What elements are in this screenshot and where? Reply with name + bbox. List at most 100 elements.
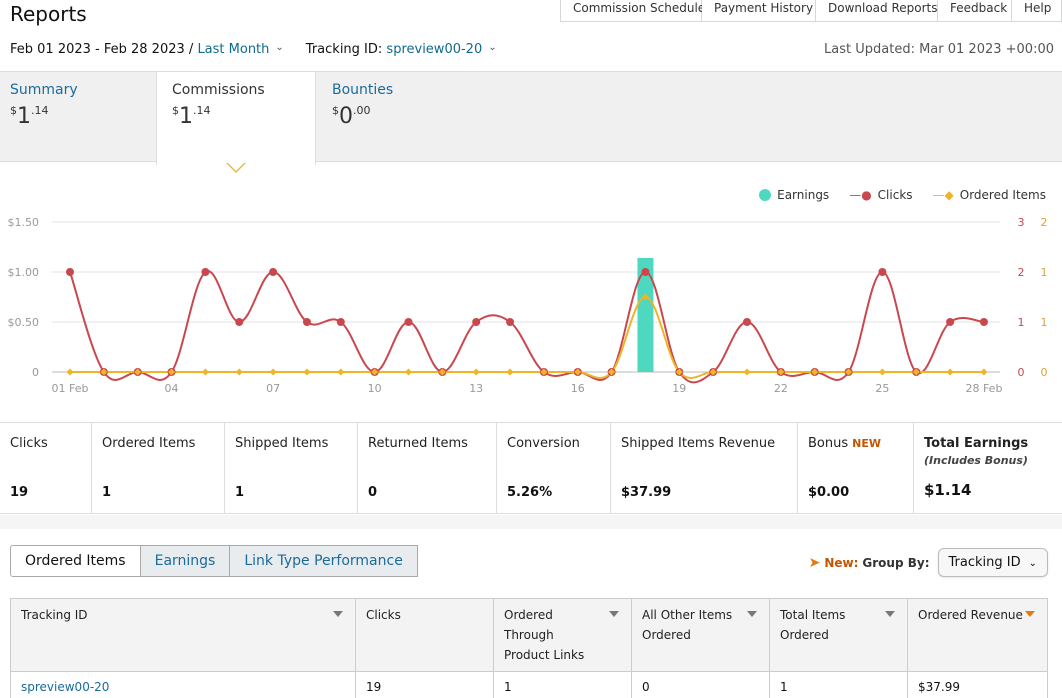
clicks-point <box>946 318 955 326</box>
table-cell: 1 <box>769 671 908 698</box>
ordered-items-point <box>66 368 74 376</box>
group-by-select[interactable]: Tracking ID ⌄ <box>937 548 1048 577</box>
sort-icon[interactable] <box>1025 611 1035 617</box>
y-axis-label-clicks: 2 <box>1018 266 1025 279</box>
y-axis-label-clicks: 3 <box>1018 216 1025 229</box>
ordered-items-point <box>303 368 311 376</box>
date-preset-dropdown[interactable]: Last Month <box>197 42 269 57</box>
ordered-items-point <box>472 368 480 376</box>
new-label: New: <box>824 555 859 570</box>
chevron-down-icon[interactable]: ⌄ <box>275 42 283 57</box>
ordered-items-point <box>946 368 954 376</box>
stats-bar: Clicks 19 Ordered Items 1 Shipped Items 1 R… <box>0 422 1062 514</box>
top-links: Commission Schedule Payment History Down… <box>560 0 1062 22</box>
ordered-items-legend-marker: —◆ <box>932 188 954 202</box>
y-axis-label-ordered-items: 1 <box>1041 316 1048 329</box>
clicks-point <box>302 318 311 326</box>
summary-tabs-bar: Summary $1.14 Commissions $1.14 Bounties… <box>0 71 1062 165</box>
tab-bounties[interactable]: Bounties $0.00 <box>332 82 393 129</box>
x-axis-label: 19 <box>672 382 686 395</box>
stat-shipped-items-revenue: Shipped Items Revenue $37.99 <box>611 423 798 513</box>
clicks-point <box>404 318 413 326</box>
ordered-items-point <box>405 368 412 376</box>
tab-summary[interactable]: Summary $1.14 <box>10 82 78 129</box>
y-axis-label-clicks: 0 <box>1018 366 1025 379</box>
stat-bonus: Bonus NEW $0.00 <box>798 423 914 513</box>
sort-icon[interactable] <box>609 611 619 617</box>
clicks-point <box>66 268 74 276</box>
tab-amount: $1.14 <box>10 104 49 129</box>
legend-ordered-items[interactable]: —◆ Ordered Items <box>933 188 1046 202</box>
ordered-items-line <box>70 295 984 379</box>
tab-ordered-items[interactable]: Ordered Items <box>10 545 141 577</box>
x-axis-label: 13 <box>469 382 483 395</box>
sort-icon[interactable] <box>885 611 895 617</box>
y-axis-label-ordered-items: 0 <box>1041 366 1048 379</box>
active-tab-pointer <box>226 162 246 173</box>
last-updated: Last Updated: Mar 01 2023 +00:00 <box>824 42 1054 57</box>
tracking-id-label: Tracking ID: <box>305 42 383 57</box>
tracking-id-cell[interactable]: spreview00-20 <box>10 671 356 698</box>
tracking-id-dropdown[interactable]: spreview00-20 <box>386 42 482 57</box>
tab-link-type-performance[interactable]: Link Type Performance <box>230 545 418 577</box>
help-link[interactable]: Help <box>1012 0 1062 22</box>
table-cell: 19 <box>355 671 494 698</box>
column-header-clicks[interactable]: Clicks <box>355 598 494 672</box>
feedback-link[interactable]: Feedback <box>938 0 1012 22</box>
table-cell: 0 <box>631 671 770 698</box>
ordered-items-point <box>506 368 514 376</box>
column-header-total-items-ordered[interactable]: Total Items Ordered <box>769 598 908 672</box>
legend-clicks[interactable]: —● Clicks <box>849 188 912 202</box>
column-header-tracking-id[interactable]: Tracking ID <box>10 598 356 672</box>
ordered-items-point <box>337 368 345 376</box>
tab-label: Commissions <box>172 82 265 98</box>
commission-schedule-link[interactable]: Commission Schedule <box>560 0 705 22</box>
chart-legend: Earnings —● Clicks —◆ Ordered Items <box>759 188 1046 202</box>
stat-shipped-items: Shipped Items 1 <box>225 423 358 513</box>
table-row: spreview00-20 19 1 0 1 $37.99 <box>10 671 1048 698</box>
report-filter-bar: Feb 01 2023 - Feb 28 2023 / Last Month ⌄… <box>10 42 1054 57</box>
x-axis-label: 22 <box>774 382 788 395</box>
sort-icon[interactable] <box>747 611 757 617</box>
x-axis-label: 01 Feb <box>52 382 89 395</box>
clicks-point <box>472 318 481 326</box>
stat-returned-items: Returned Items 0 <box>358 423 497 513</box>
column-header-ordered-revenue[interactable]: Ordered Revenue <box>907 598 1048 672</box>
payment-history-link[interactable]: Payment History <box>702 0 816 22</box>
clicks-point <box>641 268 650 276</box>
report-tabs: Ordered Items Earnings Link Type Perform… <box>10 545 418 577</box>
download-reports-link[interactable]: Download Reports <box>816 0 938 22</box>
new-badge: NEW <box>852 437 881 450</box>
clicks-point <box>743 318 751 326</box>
x-axis-label: 25 <box>875 382 889 395</box>
column-header-ordered-through-product-links[interactable]: Ordered Through Product Links <box>493 598 632 672</box>
legend-earnings[interactable]: Earnings <box>759 188 829 202</box>
ordered-items-point <box>201 368 209 376</box>
ordered-items-point <box>269 368 277 376</box>
clicks-legend-marker: —● <box>849 188 872 202</box>
x-axis-label: 04 <box>165 382 179 395</box>
group-by-control: ➤ New: Group By: Tracking ID ⌄ <box>809 548 1048 577</box>
clicks-point <box>336 318 345 326</box>
stat-total-earnings: Total Earnings (Includes Bonus) $1.14 <box>924 436 1029 499</box>
clicks-point <box>506 318 515 326</box>
y-axis-label-ordered-items: 1 <box>1041 266 1048 279</box>
chevron-down-icon[interactable]: ⌄ <box>488 42 496 57</box>
tab-label: Summary <box>10 82 78 98</box>
clicks-point <box>878 268 887 276</box>
section-divider <box>0 515 1062 529</box>
ordered-items-point <box>980 368 988 376</box>
earnings-chart: $1.50$1.00$0.5003210211001 Feb 04 07 10 13 16… <box>8 216 1048 395</box>
clicks-line <box>69 270 985 384</box>
y-axis-label-clicks: 1 <box>1018 316 1025 329</box>
tab-earnings[interactable]: Earnings <box>140 545 231 577</box>
column-header-all-other-items-ordered[interactable]: All Other Items Ordered <box>631 598 770 672</box>
x-axis-label: 28 Feb <box>965 382 1002 395</box>
sort-icon[interactable] <box>333 611 343 617</box>
stat-clicks: Clicks 19 <box>0 423 92 513</box>
x-axis-label: 10 <box>368 382 382 395</box>
y-axis-label-left: $1.50 <box>8 216 40 229</box>
clicks-point <box>269 268 278 276</box>
tab-commissions[interactable]: Commissions $1.14 <box>156 72 316 165</box>
ordered-items-point <box>878 368 886 376</box>
